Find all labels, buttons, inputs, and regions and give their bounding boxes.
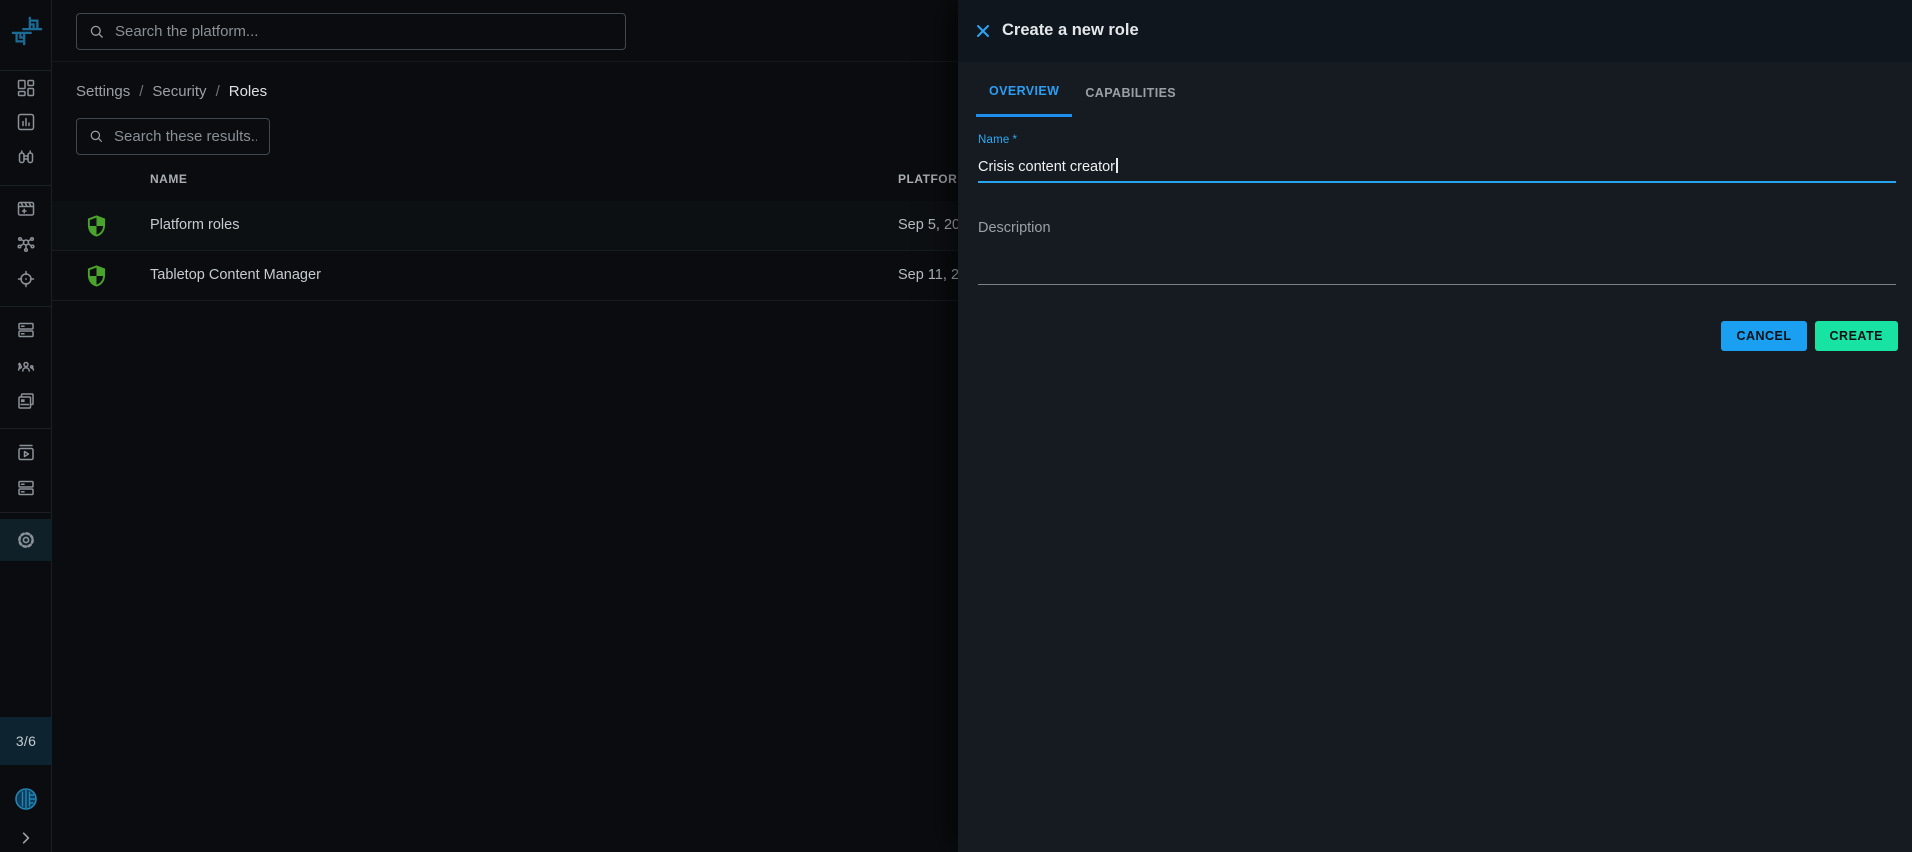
name-input-underline	[978, 181, 1896, 183]
role-name-input[interactable]: Crisis content creator	[978, 158, 1118, 175]
expand-sidebar-button[interactable]	[18, 830, 34, 846]
text-cursor	[1116, 158, 1118, 173]
settings-gear-icon	[15, 529, 37, 551]
sidebar-item-media[interactable]	[0, 435, 52, 469]
create-role-drawer: Create a new role OVERVIEW CAPABILITIES …	[958, 0, 1912, 852]
description-input-underline	[978, 284, 1896, 285]
role-description-input[interactable]	[978, 210, 1896, 284]
sidebar-item-settings[interactable]	[0, 519, 52, 561]
drawer-header: Create a new role	[958, 0, 1912, 62]
column-header-name: NAME	[150, 172, 187, 186]
role-platform-date: Sep 11, 20	[898, 267, 967, 283]
search-icon	[89, 129, 104, 144]
breadcrumb-separator: /	[139, 83, 143, 100]
name-field-label: Name*	[978, 134, 1017, 146]
description-field-label: Description	[978, 220, 1051, 236]
sidebar-item-detections[interactable]	[0, 262, 52, 296]
logo-icon	[10, 13, 44, 49]
tab-capabilities[interactable]: CAPABILITIES	[1072, 62, 1189, 117]
sidebar-item-explore[interactable]	[0, 140, 52, 174]
binoculars-icon	[16, 147, 36, 167]
required-asterisk: *	[1012, 134, 1017, 146]
usage-indicator: 3/6	[0, 717, 52, 765]
drawer-tabs: OVERVIEW CAPABILITIES	[976, 62, 1189, 117]
close-drawer-button[interactable]	[974, 22, 992, 40]
team-icon	[16, 357, 36, 377]
sidebar-item-cards[interactable]	[0, 384, 52, 418]
breadcrumb-security[interactable]: Security	[152, 83, 206, 100]
breadcrumb-roles: Roles	[229, 83, 267, 100]
global-search-input[interactable]	[115, 23, 613, 40]
servers-icon	[16, 320, 36, 340]
app-logo[interactable]	[10, 13, 44, 49]
sidebar-item-servers[interactable]	[0, 313, 52, 347]
crosshair-icon	[16, 269, 36, 289]
results-search[interactable]	[76, 118, 270, 155]
usage-label: 3/6	[16, 733, 36, 749]
sidebar-item-team[interactable]	[0, 350, 52, 384]
breadcrumb-separator: /	[216, 83, 220, 100]
cards-icon	[16, 391, 36, 411]
sidebar-item-storage[interactable]	[0, 471, 52, 505]
sidebar-item-analytics[interactable]	[0, 105, 52, 139]
role-name: Tabletop Content Manager	[150, 267, 321, 283]
sidebar-divider	[0, 428, 52, 429]
storage-icon	[16, 478, 36, 498]
dashboard-icon	[16, 78, 36, 98]
breadcrumb-settings[interactable]: Settings	[76, 83, 130, 100]
drawer-actions: CANCEL CREATE	[1721, 321, 1898, 351]
role-shield-icon	[86, 264, 107, 288]
media-player-icon	[16, 442, 36, 462]
drawer-title: Create a new role	[1002, 21, 1139, 40]
search-icon	[89, 24, 105, 40]
sidebar-item-graph[interactable]	[0, 227, 52, 261]
tab-overview[interactable]: OVERVIEW	[976, 62, 1072, 117]
app-root: 3/6 Settings / Security / Roles	[0, 0, 1912, 852]
org-avatar[interactable]	[13, 786, 39, 812]
network-graph-icon	[16, 234, 36, 254]
sidebar: 3/6	[0, 0, 52, 852]
sidebar-item-dashboard[interactable]	[0, 71, 52, 105]
analytics-icon	[16, 112, 36, 132]
close-icon	[976, 24, 990, 38]
sidebar-divider	[0, 306, 52, 307]
create-button[interactable]: CREATE	[1815, 321, 1898, 351]
role-name: Platform roles	[150, 217, 239, 233]
clapperboard-icon	[16, 198, 36, 218]
results-search-input[interactable]	[114, 128, 257, 145]
globe-icon	[13, 786, 39, 812]
breadcrumb: Settings / Security / Roles	[76, 83, 267, 100]
sidebar-divider	[0, 185, 52, 186]
global-search[interactable]	[76, 13, 626, 50]
sidebar-item-scenes[interactable]	[0, 191, 52, 225]
cancel-button[interactable]: CANCEL	[1721, 321, 1806, 351]
role-shield-icon	[86, 214, 107, 238]
chevron-right-icon	[18, 830, 34, 846]
sidebar-divider	[0, 512, 52, 513]
